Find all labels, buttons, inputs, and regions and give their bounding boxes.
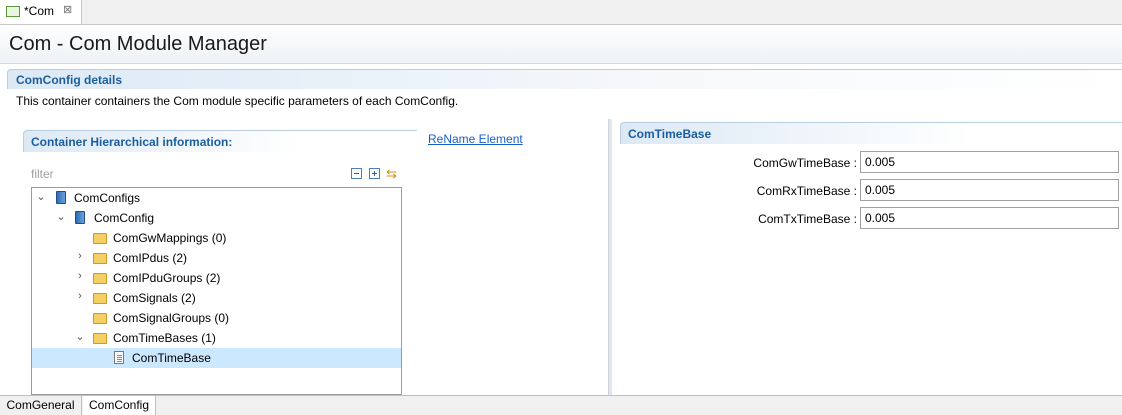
comrxtimebase-input[interactable] xyxy=(860,179,1119,201)
section-title: ComConfig details xyxy=(16,73,123,87)
tree-item-comtimebases[interactable]: ⌄ ComTimeBases (1) xyxy=(32,328,401,348)
editor-tab-label: *Com xyxy=(24,4,55,18)
tree-item-label: ComTimeBase xyxy=(132,351,211,365)
folder-icon xyxy=(93,333,107,344)
sync-icon[interactable]: ⇆ xyxy=(386,166,397,182)
chevron-down-icon[interactable]: ⌄ xyxy=(56,210,66,223)
document-icon xyxy=(114,351,124,364)
hierarchy-title: Container Hierarchical information: xyxy=(31,135,233,149)
section-description: This container containers the Com module… xyxy=(16,94,459,108)
container-tree[interactable]: ⌄ ComConfigs ⌄ ComConfig ComGwMappings (… xyxy=(31,187,402,395)
database-icon xyxy=(75,211,85,224)
tree-item-comtimebase[interactable]: ComTimeBase xyxy=(32,348,401,368)
comtxtimebase-label: ComTxTimeBase : xyxy=(758,212,857,226)
tree-item-comconfigs[interactable]: ⌄ ComConfigs xyxy=(32,188,401,208)
tree-item-comsignals[interactable]: › ComSignals (2) xyxy=(32,288,401,308)
chevron-right-icon[interactable]: › xyxy=(75,290,85,302)
tree-item-comsignalgroups[interactable]: ComSignalGroups (0) xyxy=(32,308,401,328)
comrxtimebase-label: ComRxTimeBase : xyxy=(756,184,857,198)
folder-icon xyxy=(93,233,107,244)
page-title: Com - Com Module Manager xyxy=(9,33,267,55)
comconfig-details-section: ComConfig details This container contain… xyxy=(7,69,1122,113)
comgwtimebase-label: ComGwTimeBase : xyxy=(753,156,857,170)
rename-element-link[interactable]: ReName Element xyxy=(428,132,523,146)
hierarchy-header: Container Hierarchical information: xyxy=(23,130,417,152)
chevron-down-icon[interactable]: ⌄ xyxy=(75,330,85,343)
tree-item-comipdus[interactable]: › ComIPdus (2) xyxy=(32,248,401,268)
editor-title-bar: Com - Com Module Manager xyxy=(0,25,1122,64)
tree-item-label: ComConfig xyxy=(94,211,155,225)
filter-input[interactable] xyxy=(31,166,331,182)
folder-icon xyxy=(93,273,107,284)
editor-tab-strip: *Com ⊠ xyxy=(0,0,1122,25)
tree-item-comipdugroups[interactable]: › ComIPduGroups (2) xyxy=(32,268,401,288)
tree-item-comgwmappings[interactable]: ComGwMappings (0) xyxy=(32,228,401,248)
tree-item-label: ComConfigs xyxy=(74,191,141,205)
details-header: ComTimeBase xyxy=(620,122,1122,144)
panel-splitter[interactable] xyxy=(608,119,612,395)
tree-item-label: ComSignalGroups (0) xyxy=(113,311,230,325)
database-icon xyxy=(56,191,66,204)
tree-item-label: ComIPduGroups (2) xyxy=(113,271,221,285)
folder-icon xyxy=(93,253,107,264)
details-title: ComTimeBase xyxy=(628,127,712,141)
tree-item-comconfig[interactable]: ⌄ ComConfig xyxy=(32,208,401,228)
tab-comconfig[interactable]: ComConfig xyxy=(83,396,156,415)
close-icon[interactable]: ⊠ xyxy=(63,3,72,16)
page-tab-strip: ComGeneral ComConfig xyxy=(0,395,1122,415)
comtxtimebase-input[interactable] xyxy=(860,207,1119,229)
expand-all-button[interactable] xyxy=(369,168,380,179)
folder-icon xyxy=(93,293,107,304)
tree-item-label: ComGwMappings (0) xyxy=(113,231,227,245)
chevron-right-icon[interactable]: › xyxy=(75,250,85,262)
tab-comgeneral[interactable]: ComGeneral xyxy=(0,396,82,415)
tree-item-label: ComSignals (2) xyxy=(113,291,196,305)
comgwtimebase-input[interactable] xyxy=(860,151,1119,173)
collapse-all-button[interactable] xyxy=(351,168,362,179)
tree-item-label: ComTimeBases (1) xyxy=(113,331,216,345)
folder-icon xyxy=(93,313,107,324)
editor-tab-com[interactable]: *Com ⊠ xyxy=(0,0,82,24)
chevron-right-icon[interactable]: › xyxy=(75,270,85,282)
editor-file-icon xyxy=(6,6,20,17)
section-header: ComConfig details xyxy=(7,69,1122,89)
collapse-all-icon xyxy=(354,173,359,174)
tree-item-label: ComIPdus (2) xyxy=(113,251,188,265)
chevron-down-icon[interactable]: ⌄ xyxy=(36,190,46,203)
